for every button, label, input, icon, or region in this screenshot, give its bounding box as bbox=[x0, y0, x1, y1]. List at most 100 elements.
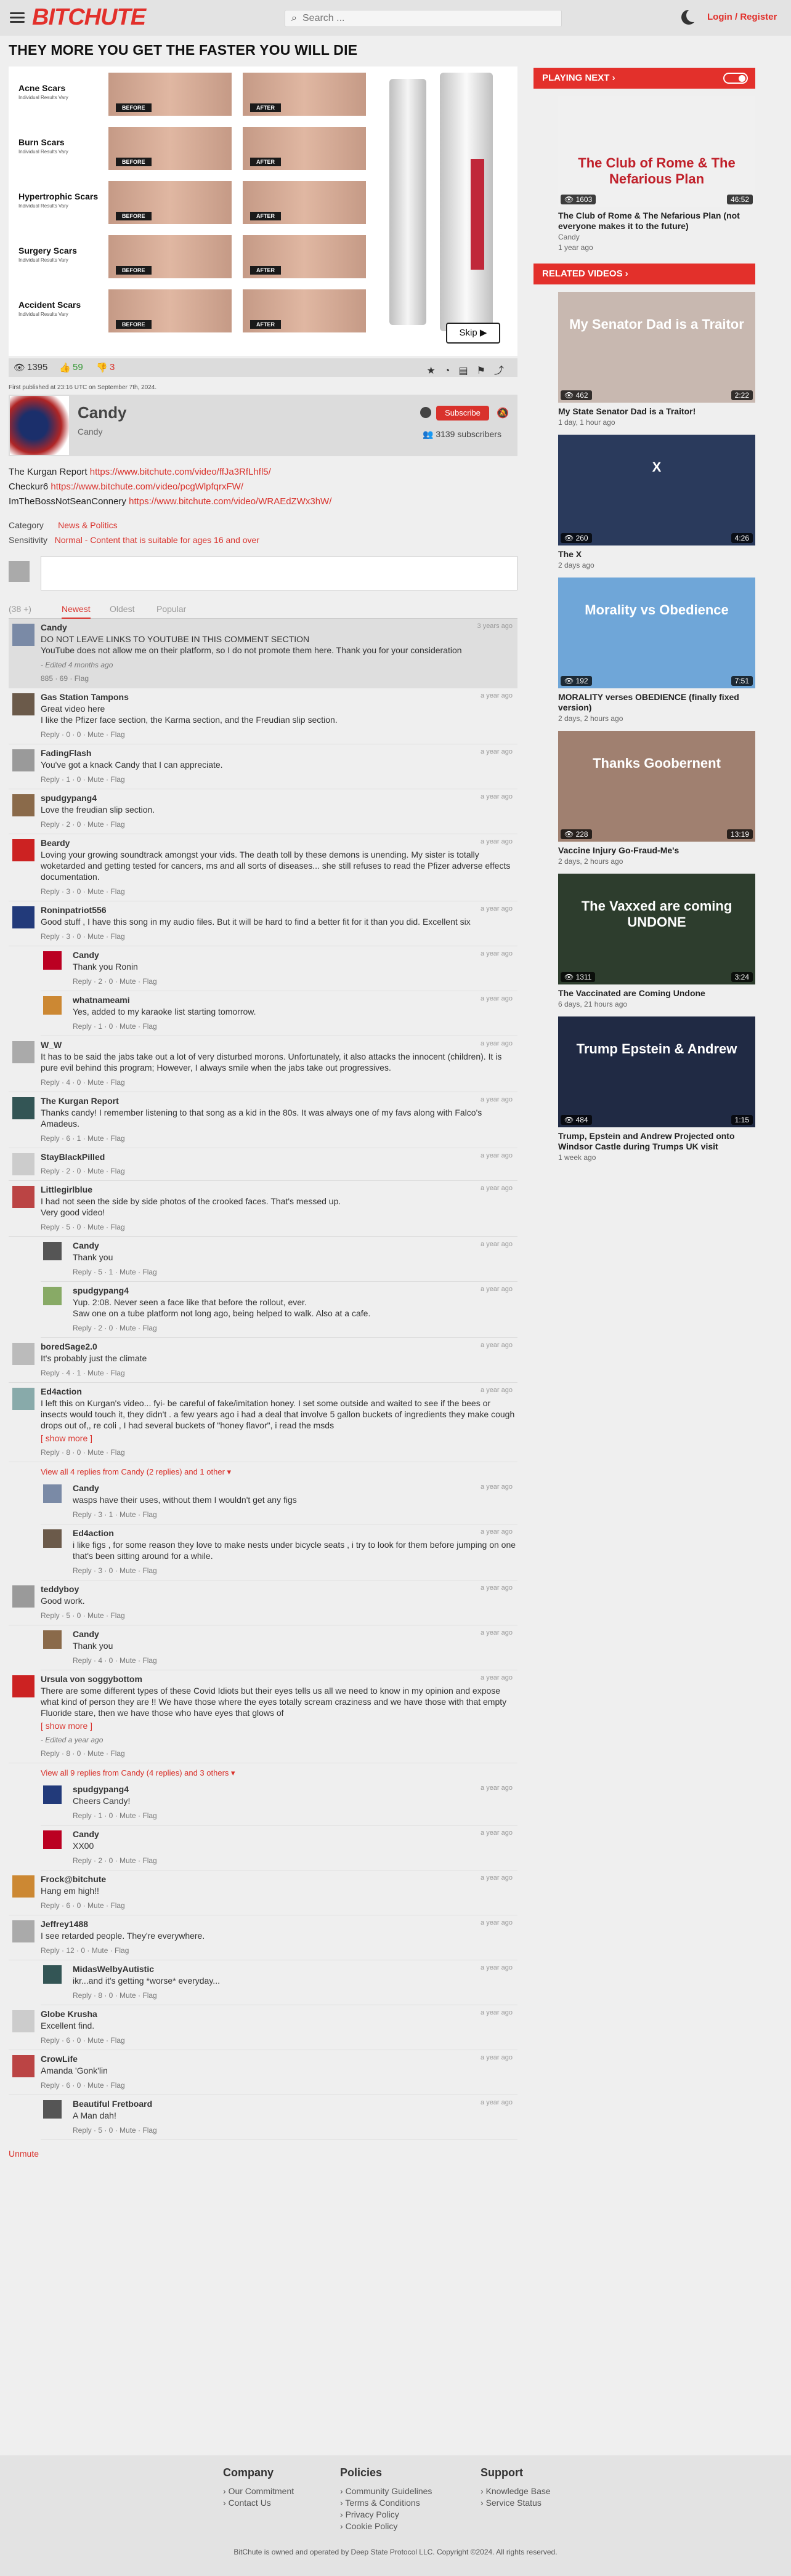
description-link[interactable]: https://www.bitchute.com/video/pcgWlpfqr… bbox=[51, 481, 243, 492]
comment-actions[interactable]: Reply · 3 · 1 · Mute · Flag bbox=[73, 1510, 517, 1519]
commenter-name[interactable]: boredSage2.0 bbox=[41, 1342, 517, 1351]
comment-actions[interactable]: Reply · 3 · 0 · Mute · Flag bbox=[73, 1566, 517, 1575]
comment-actions[interactable]: Reply · 1 · 0 · Mute · Flag bbox=[73, 1022, 517, 1031]
commenter-avatar[interactable] bbox=[12, 1875, 34, 1898]
commenter-avatar[interactable] bbox=[12, 1675, 34, 1697]
channel-owner[interactable]: Candy bbox=[78, 427, 102, 437]
commenter-name[interactable]: FadingFlash bbox=[41, 748, 517, 758]
commenter-name[interactable]: CrowLife bbox=[41, 2054, 517, 2064]
commenter-name[interactable]: MidasWelbyAutistic bbox=[73, 1964, 517, 1974]
commenter-avatar[interactable] bbox=[43, 1785, 62, 1804]
commenter-name[interactable]: Candy bbox=[73, 1483, 517, 1493]
comment-actions[interactable]: Reply · 12 · 0 · Mute · Flag bbox=[41, 1946, 517, 1955]
footer-link[interactable]: › Terms & Conditions bbox=[340, 2497, 432, 2509]
search-input[interactable] bbox=[302, 12, 555, 25]
view-all-replies-link[interactable]: View all 4 replies from Candy (2 replies… bbox=[9, 1462, 517, 1479]
footer-link[interactable]: › Service Status bbox=[481, 2497, 551, 2509]
channel-avatar[interactable] bbox=[10, 396, 69, 455]
commenter-name[interactable]: Candy bbox=[73, 950, 517, 960]
video-thumbnail[interactable]: Thanks Goobernent 👁 228 13:19 bbox=[558, 731, 755, 842]
video-thumbnail[interactable]: X 👁 260 4:26 bbox=[558, 435, 755, 545]
channel-name[interactable]: Candy bbox=[78, 403, 126, 422]
footer-link-text[interactable]: Cookie Policy bbox=[346, 2521, 398, 2531]
comment-actions[interactable]: Reply · 8 · 0 · Mute · Flag bbox=[41, 1448, 517, 1457]
commenter-name[interactable]: Candy bbox=[73, 1829, 517, 1839]
commenter-name[interactable]: whatnameami bbox=[73, 995, 517, 1005]
comment-actions[interactable]: Reply · 2 · 0 · Mute · Flag bbox=[41, 820, 517, 829]
skip-ad-button[interactable]: Skip ▶ bbox=[446, 323, 500, 344]
comment-actions[interactable]: Reply · 2 · 0 · Mute · Flag bbox=[73, 1324, 517, 1332]
commenter-name[interactable]: Globe Krusha bbox=[41, 2009, 517, 2019]
description-link[interactable]: https://www.bitchute.com/video/WRAEdZWx3… bbox=[129, 496, 331, 507]
login-register-link[interactable]: Login / Register bbox=[707, 12, 777, 22]
comment-actions[interactable]: Reply · 2 · 0 · Mute · Flag bbox=[73, 1856, 517, 1865]
commenter-name[interactable]: Ursula von soggybottom bbox=[41, 1674, 517, 1684]
bitchute-logo[interactable]: BITCHUTE bbox=[32, 4, 146, 31]
footer-link[interactable]: › Privacy Policy bbox=[340, 2509, 432, 2521]
category-link[interactable]: News & Politics bbox=[58, 520, 117, 530]
comment-actions[interactable]: Reply · 4 · 0 · Mute · Flag bbox=[73, 1656, 517, 1665]
footer-link-text[interactable]: Privacy Policy bbox=[346, 2510, 399, 2519]
commenter-avatar[interactable] bbox=[12, 1343, 34, 1365]
comment-actions[interactable]: Reply · 5 · 0 · Mute · Flag bbox=[73, 2126, 517, 2135]
sensitivity-link[interactable]: Normal - Content that is suitable for ag… bbox=[55, 535, 259, 545]
commenter-name[interactable]: Jeffrey1488 bbox=[41, 1919, 517, 1929]
video-thumbnail[interactable]: The Vaxxed are coming UNDONE 👁 1311 3:24 bbox=[558, 874, 755, 984]
description-link[interactable]: https://www.bitchute.com/video/ffJa3RfLh… bbox=[90, 467, 271, 477]
comment-actions[interactable]: Reply · 2 · 0 · Mute · Flag bbox=[41, 1167, 517, 1175]
commenter-avatar[interactable] bbox=[12, 1186, 34, 1208]
commenter-avatar[interactable] bbox=[43, 1830, 62, 1849]
video-card-channel[interactable]: Candy bbox=[558, 233, 755, 242]
commenter-name[interactable]: Beardy bbox=[41, 838, 517, 848]
related-video-card[interactable]: Morality vs Obedience 👁 192 7:51 MORALITY v… bbox=[558, 578, 755, 723]
comment-actions[interactable]: Reply · 5 · 1 · Mute · Flag bbox=[73, 1268, 517, 1276]
related-video-card[interactable]: Thanks Goobernent 👁 228 13:19 Vaccine Injur… bbox=[558, 731, 755, 866]
comment-actions[interactable]: Reply · 3 · 0 · Mute · Flag bbox=[41, 887, 517, 896]
related-video-card[interactable]: X 👁 260 4:26 The X2 days ago bbox=[558, 435, 755, 570]
dark-mode-moon-icon[interactable] bbox=[681, 9, 700, 25]
commenter-avatar[interactable] bbox=[12, 839, 34, 861]
commenter-avatar[interactable] bbox=[43, 1529, 62, 1548]
footer-link[interactable]: › Community Guidelines bbox=[340, 2485, 432, 2497]
commenter-name[interactable]: The Kurgan Report bbox=[41, 1096, 517, 1106]
related-video-card[interactable]: Trump Epstein & Andrew 👁 484 1:15 Trump, Ep… bbox=[558, 1016, 755, 1162]
commenter-avatar[interactable] bbox=[12, 794, 34, 816]
video-card-title[interactable]: The X bbox=[558, 549, 755, 560]
video-thumbnail[interactable]: The Club of Rome & The Nefarious Plan 👁 … bbox=[558, 96, 755, 207]
footer-link-text[interactable]: Contact Us bbox=[229, 2498, 271, 2508]
video-card-title[interactable]: The Vaccinated are Coming Undone bbox=[558, 988, 755, 999]
related-video-card[interactable]: My Senator Dad is a Traitor 👁 462 2:22 My S… bbox=[558, 292, 755, 427]
tab-newest[interactable]: Newest bbox=[62, 604, 91, 619]
related-video-card[interactable]: The Vaxxed are coming UNDONE 👁 1311 3:24 Th… bbox=[558, 874, 755, 1009]
search-box[interactable]: ⌕ bbox=[285, 10, 562, 27]
unmute-link[interactable]: Unmute bbox=[9, 2149, 517, 2159]
footer-link-text[interactable]: Terms & Conditions bbox=[345, 2498, 420, 2508]
commenter-avatar[interactable] bbox=[43, 1242, 62, 1260]
commenter-name[interactable]: Frock@bitchute bbox=[41, 1874, 517, 1884]
commenter-avatar[interactable] bbox=[12, 749, 34, 771]
commenter-avatar[interactable] bbox=[12, 2055, 34, 2077]
autoplay-toggle[interactable] bbox=[723, 73, 748, 84]
tip-icon[interactable] bbox=[420, 407, 431, 418]
commenter-name[interactable]: teddyboy bbox=[41, 1584, 517, 1594]
commenter-avatar[interactable] bbox=[12, 1097, 34, 1119]
commenter-name[interactable]: StayBlackPilled bbox=[41, 1152, 517, 1162]
video-card-title[interactable]: My State Senator Dad is a Traitor! bbox=[558, 406, 755, 417]
commenter-name[interactable]: Ed4action bbox=[73, 1528, 517, 1538]
comment-actions[interactable]: Reply · 5 · 0 · Mute · Flag bbox=[41, 1611, 517, 1620]
commenter-avatar[interactable] bbox=[12, 1585, 34, 1608]
commenter-avatar[interactable] bbox=[43, 1965, 62, 1984]
comment-actions[interactable]: Reply · 1 · 0 · Mute · Flag bbox=[41, 775, 517, 784]
commenter-avatar[interactable] bbox=[43, 1630, 62, 1649]
commenter-avatar[interactable] bbox=[12, 1153, 34, 1175]
footer-link-text[interactable]: Community Guidelines bbox=[346, 2486, 432, 2496]
tab-oldest[interactable]: Oldest bbox=[110, 604, 134, 614]
commenter-avatar[interactable] bbox=[12, 693, 34, 715]
view-all-replies-link[interactable]: View all 9 replies from Candy (4 replies… bbox=[9, 1763, 517, 1781]
commenter-avatar[interactable] bbox=[12, 906, 34, 928]
comment-actions[interactable]: Reply · 2 · 0 · Mute · Flag bbox=[73, 977, 517, 986]
commenter-avatar[interactable] bbox=[12, 624, 34, 646]
comment-actions[interactable]: Reply · 6 · 0 · Mute · Flag bbox=[41, 2081, 517, 2090]
show-more-link[interactable]: [ show more ] bbox=[41, 1433, 517, 1443]
comment-actions[interactable]: Reply · 6 · 0 · Mute · Flag bbox=[41, 2036, 517, 2045]
